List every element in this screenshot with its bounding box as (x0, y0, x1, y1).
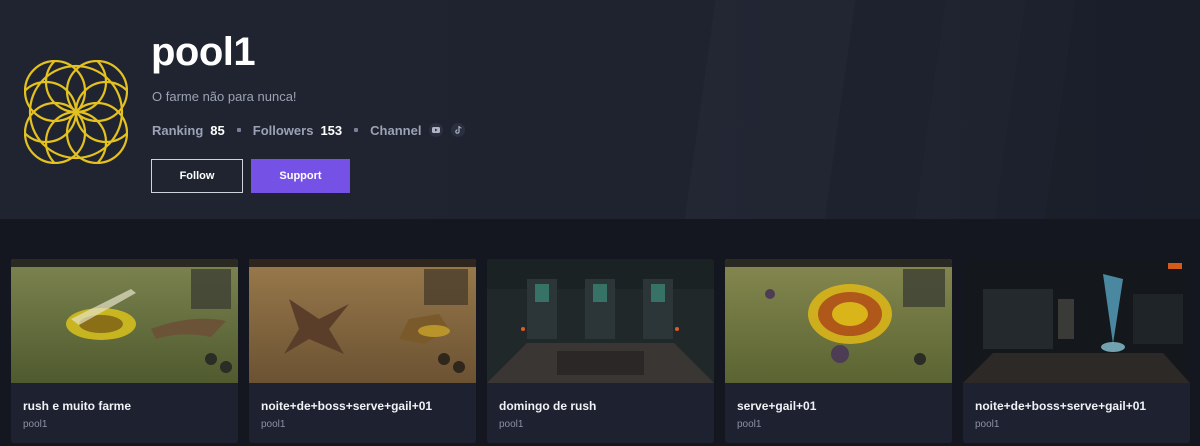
video-thumbnail[interactable] (249, 259, 476, 383)
username: pool1 (151, 30, 256, 74)
video-thumbnail[interactable] (11, 259, 238, 383)
video-author[interactable]: pool1 (725, 413, 952, 430)
video-card[interactable]: noite+de+boss+serve+gail+01 pool1 (963, 259, 1190, 443)
profile-bio: O farme não para nunca! (152, 89, 297, 104)
profile-stats: Ranking 85 Followers 153 Channel (152, 122, 466, 138)
video-author[interactable]: pool1 (249, 413, 476, 430)
video-title[interactable]: rush e muito farme (11, 383, 238, 413)
video-author[interactable]: pool1 (963, 413, 1190, 430)
video-author[interactable]: pool1 (11, 413, 238, 430)
video-card[interactable]: domingo de rush pool1 (487, 259, 714, 443)
video-title[interactable]: domingo de rush (487, 383, 714, 413)
video-title[interactable]: noite+de+boss+serve+gail+01 (249, 383, 476, 413)
video-list: rush e muito farme pool1 noite+de+boss+s… (11, 259, 1190, 443)
profile-header: pool1 O farme não para nunca! Ranking 85… (0, 0, 1200, 220)
follow-button[interactable]: Follow (151, 159, 243, 193)
avatar (24, 60, 128, 164)
video-thumbnail[interactable] (725, 259, 952, 383)
stat-divider (354, 128, 359, 132)
video-title[interactable]: noite+de+boss+serve+gail+01 (963, 383, 1190, 413)
ranking-label: Ranking (152, 122, 204, 138)
video-thumbnail[interactable] (963, 259, 1190, 383)
header-decoration (1044, 0, 1200, 219)
header-decoration (685, 0, 856, 219)
video-card[interactable]: rush e muito farme pool1 (11, 259, 238, 443)
video-card[interactable]: serve+gail+01 pool1 (725, 259, 952, 443)
stat-divider (236, 128, 241, 132)
followers-label: Followers (252, 122, 314, 138)
tiktok-icon[interactable] (451, 123, 466, 137)
video-title[interactable]: serve+gail+01 (725, 383, 952, 413)
ranking-value: 85 (210, 122, 225, 138)
channel-label: Channel (370, 122, 422, 138)
youtube-icon[interactable] (429, 123, 444, 137)
video-card[interactable]: noite+de+boss+serve+gail+01 pool1 (249, 259, 476, 443)
header-decoration (915, 0, 1026, 219)
support-button[interactable]: Support (251, 159, 350, 193)
video-author[interactable]: pool1 (487, 413, 714, 430)
video-thumbnail[interactable] (487, 259, 714, 383)
followers-value: 153 (320, 122, 343, 138)
